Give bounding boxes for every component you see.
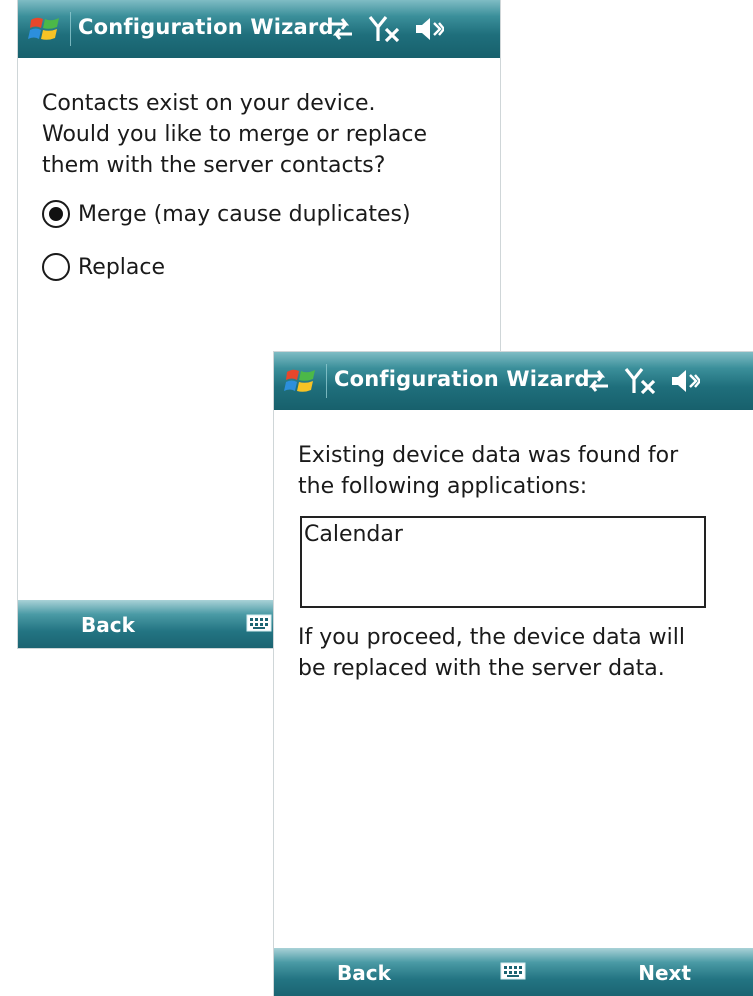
title-separator <box>326 364 327 398</box>
sync-arrows-icon[interactable] <box>328 14 354 44</box>
replace-warning: If you proceed, the device data will be … <box>298 622 733 684</box>
window-title: Configuration Wizard <box>78 15 334 39</box>
windows-start-icon[interactable] <box>284 364 318 398</box>
existing-data-message: Existing device data was found for the f… <box>298 440 733 502</box>
list-item-calendar[interactable]: Calendar <box>302 518 704 547</box>
title-bar: Configuration Wizard <box>274 352 753 410</box>
speaker-muted-icon[interactable] <box>670 366 700 396</box>
replace-option[interactable]: Replace <box>42 249 165 285</box>
softkey-bar: Back Next <box>274 948 753 996</box>
no-signal-icon[interactable] <box>368 14 402 44</box>
speaker-muted-icon[interactable] <box>414 14 444 44</box>
message-line: the following applications: <box>298 474 588 499</box>
back-softkey[interactable]: Back <box>81 613 135 637</box>
sync-arrows-icon[interactable] <box>584 366 610 396</box>
title-bar: Configuration Wizard <box>18 0 500 58</box>
merge-radio-button[interactable] <box>42 200 70 228</box>
prompt-line: Contacts exist on your device. <box>42 91 376 116</box>
window-title: Configuration Wizard <box>334 367 590 391</box>
config-wizard-screen-existing-data: Configuration Wizard Existing device dat… <box>274 352 753 996</box>
merge-option[interactable]: Merge (may cause duplicates) <box>42 196 411 232</box>
windows-start-icon[interactable] <box>28 12 62 46</box>
merge-prompt: Contacts exist on your device. Would you… <box>42 88 480 181</box>
no-signal-icon[interactable] <box>624 366 658 396</box>
title-separator <box>70 12 71 46</box>
replace-option-label: Replace <box>78 254 166 280</box>
back-softkey[interactable]: Back <box>337 961 391 985</box>
next-softkey[interactable]: Next <box>638 961 691 985</box>
keyboard-icon[interactable] <box>246 614 272 632</box>
replace-radio-button[interactable] <box>42 253 70 281</box>
applications-listbox[interactable]: Calendar <box>300 516 706 608</box>
message-line: Existing device data was found for <box>298 443 679 468</box>
prompt-line: Would you like to merge or replace <box>42 122 428 147</box>
merge-option-label: Merge (may cause duplicates) <box>78 201 411 227</box>
warning-line: be replaced with the server data. <box>298 656 665 681</box>
warning-line: If you proceed, the device data will <box>298 625 685 650</box>
keyboard-icon[interactable] <box>500 962 526 980</box>
prompt-line: them with the server contacts? <box>42 153 386 178</box>
